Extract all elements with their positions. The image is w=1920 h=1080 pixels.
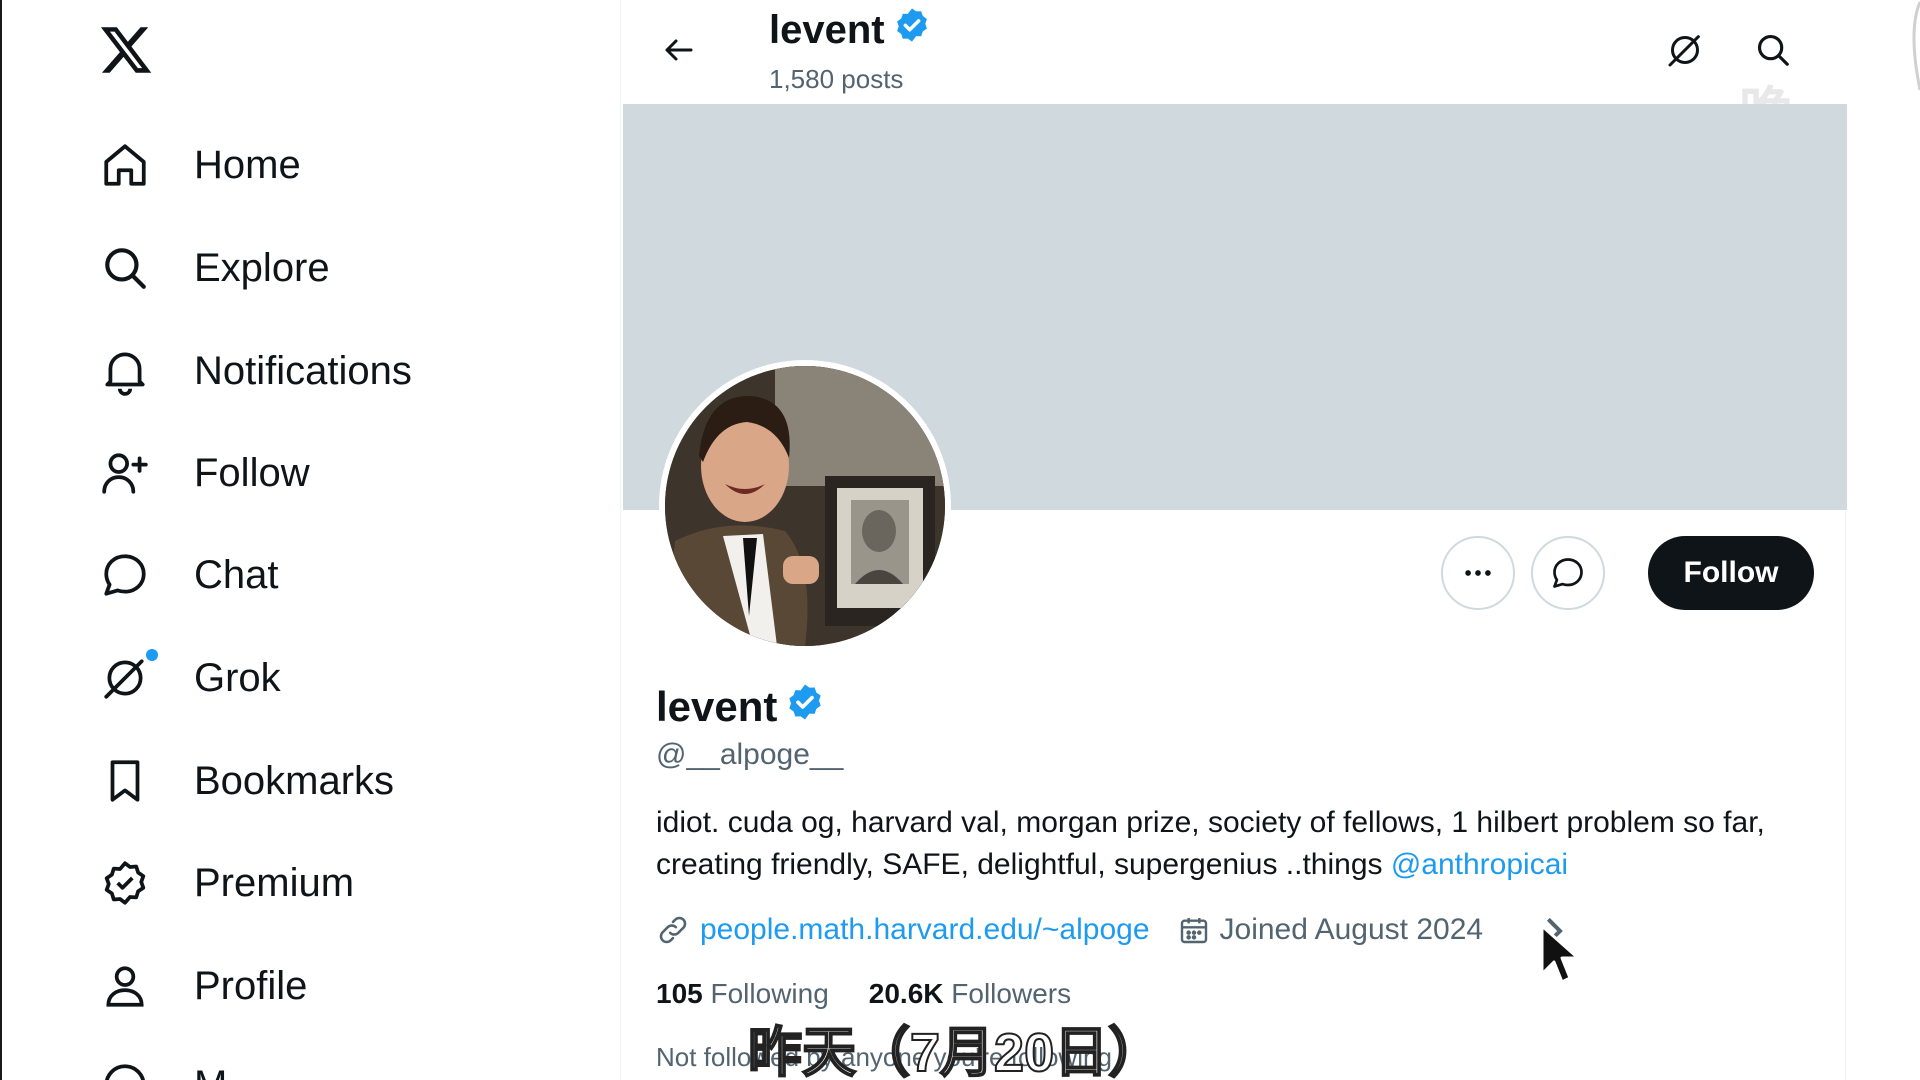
sidebar-item-chat[interactable]: Chat xyxy=(98,540,279,610)
premium-badge-icon xyxy=(98,856,152,910)
profile-header: levent 1,580 posts 晚点 xyxy=(621,0,1847,222)
grok-icon xyxy=(98,649,158,705)
sidebar: Home Explore Notifications Follow Chat G… xyxy=(0,0,620,1080)
avatar[interactable] xyxy=(659,360,951,652)
sidebar-item-notifications[interactable]: Notifications xyxy=(98,336,412,406)
sidebar-item-label: M xyxy=(194,1063,227,1080)
sidebar-item-grok[interactable]: Grok xyxy=(98,643,281,713)
sidebar-item-home[interactable]: Home xyxy=(98,130,301,200)
joined-date: Joined August 2024 xyxy=(1219,913,1484,946)
sidebar-item-label: Home xyxy=(194,142,301,187)
follow-button[interactable]: Follow xyxy=(1648,536,1814,610)
header-name: levent xyxy=(769,7,885,52)
arrow-left-icon xyxy=(665,39,693,61)
bio-text: idiot. cuda og, harvard val, morgan priz… xyxy=(656,806,1765,881)
following-label: Following xyxy=(710,978,829,1009)
person-plus-icon xyxy=(98,446,152,500)
sidebar-item-label: Explore xyxy=(194,245,330,290)
sidebar-item-label: Grok xyxy=(194,655,281,700)
sidebar-item-label: Profile xyxy=(194,963,308,1008)
following-count: 105 xyxy=(656,978,703,1009)
more-icon xyxy=(98,1058,152,1080)
link-icon xyxy=(659,916,687,944)
followers-link[interactable]: 20.6K Followers xyxy=(869,978,1071,1010)
follow-stats: 105 Following 20.6K Followers xyxy=(656,978,1111,1010)
verified-badge-icon[interactable] xyxy=(785,682,825,732)
sidebar-item-label: Premium xyxy=(194,860,355,905)
sidebar-item-label: Bookmarks xyxy=(194,758,395,803)
grok-button[interactable] xyxy=(1657,22,1713,78)
calendar-icon xyxy=(1180,918,1207,944)
message-button[interactable] xyxy=(1531,536,1605,610)
mouse-cursor-icon xyxy=(1540,924,1580,984)
back-button[interactable] xyxy=(651,22,707,78)
followers-count: 20.6K xyxy=(868,978,944,1009)
following-link[interactable]: 105 Following xyxy=(656,978,829,1010)
sidebar-item-bookmarks[interactable]: Bookmarks xyxy=(98,746,394,816)
grok-icon xyxy=(1668,35,1700,67)
sidebar-item-label: Notifications xyxy=(194,348,412,393)
website-link[interactable]: people.math.harvard.edu/~alpoge xyxy=(700,913,1150,947)
profile-column: levent 1,580 posts 晚点 xyxy=(620,0,1847,1080)
sidebar-item-follow[interactable]: Follow xyxy=(98,438,310,508)
verified-badge-icon xyxy=(893,6,931,54)
profile-name: levent xyxy=(656,682,825,732)
scrollbar-edge xyxy=(1912,1,1920,91)
bookmark-icon xyxy=(98,754,152,808)
sidebar-item-more[interactable]: M xyxy=(98,1050,227,1080)
profile-meta: people.math.harvard.edu/~alpoge Joined A… xyxy=(656,908,1483,952)
person-icon xyxy=(98,959,152,1013)
ellipsis-icon xyxy=(1465,570,1491,576)
sidebar-item-premium[interactable]: Premium xyxy=(98,848,354,918)
chat-bubble-icon xyxy=(1553,558,1583,588)
page-title: levent xyxy=(769,6,931,54)
display-name: levent xyxy=(656,683,778,730)
sidebar-item-label: Follow xyxy=(194,450,310,495)
x-logo-icon[interactable] xyxy=(98,22,154,78)
profile-bio: idiot. cuda og, harvard val, morgan priz… xyxy=(656,802,1806,886)
more-options-button[interactable] xyxy=(1441,536,1515,610)
chat-bubble-icon xyxy=(98,548,152,602)
notification-dot xyxy=(146,649,158,661)
post-count: 1,580 posts xyxy=(769,64,904,94)
search-icon xyxy=(98,241,152,295)
bio-mention-link[interactable]: @anthropicai xyxy=(1391,848,1568,881)
sidebar-item-label: Chat xyxy=(194,552,279,597)
video-subtitle: 昨天（7月20日） xyxy=(747,1022,1163,1080)
search-icon xyxy=(1757,34,1789,66)
avatar-photo xyxy=(665,366,945,646)
profile-handle: @__alpoge__ xyxy=(656,738,844,771)
sidebar-item-profile[interactable]: Profile xyxy=(98,951,307,1021)
sidebar-item-explore[interactable]: Explore xyxy=(98,233,330,303)
bell-icon xyxy=(98,344,152,398)
home-icon xyxy=(98,138,152,192)
followers-label: Followers xyxy=(951,978,1072,1009)
